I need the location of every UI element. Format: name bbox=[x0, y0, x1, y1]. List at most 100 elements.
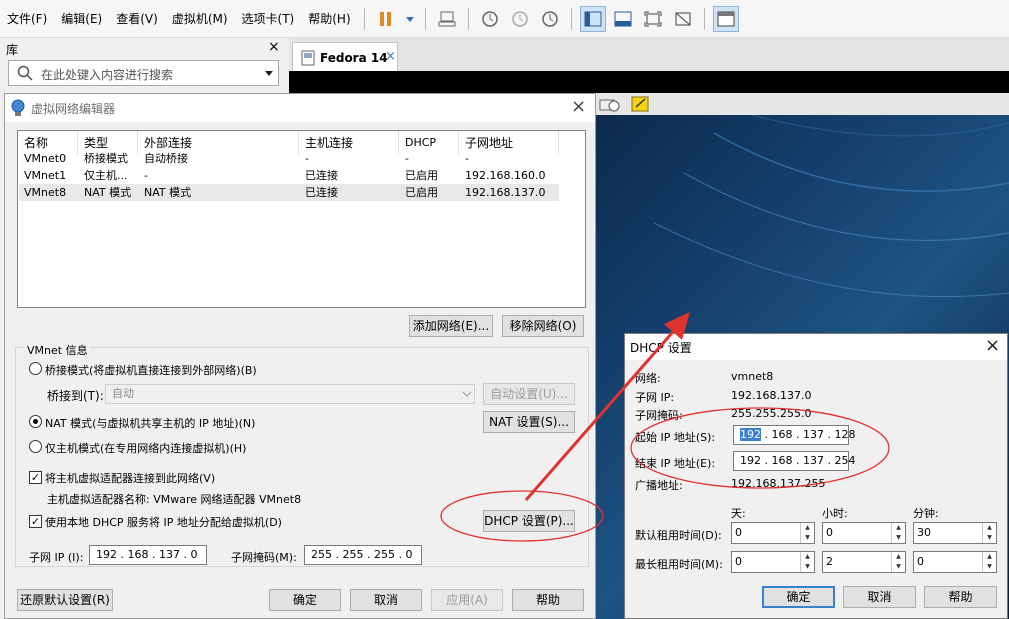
close-icon[interactable]: × bbox=[385, 49, 396, 64]
bridge-mode-label: 桥接模式(将虚拟机直接连接到外部网络)(B) bbox=[45, 364, 257, 377]
menu-tabs[interactable]: 选项卡(T) bbox=[235, 0, 302, 38]
cell: VMnet0 bbox=[24, 152, 67, 165]
menu-vm[interactable]: 虚拟机(M) bbox=[165, 0, 235, 38]
search-placeholder: 在此处键入内容进行搜索 bbox=[41, 68, 174, 82]
cell: - bbox=[305, 152, 309, 165]
start-ip-input[interactable]: 192 . 168 . 137 . 128 bbox=[733, 425, 855, 445]
power-dropdown-icon[interactable] bbox=[403, 6, 417, 32]
help-button[interactable]: 帮助 bbox=[512, 589, 584, 611]
revert-snapshot-icon[interactable] bbox=[507, 6, 533, 32]
tab-fedora[interactable]: Fedora 14 × bbox=[292, 42, 398, 72]
stepper-value: 0 bbox=[735, 555, 742, 568]
nat-mode-radio[interactable] bbox=[29, 415, 42, 428]
snapshot-manager-icon[interactable] bbox=[537, 6, 563, 32]
use-dhcp-checkbox[interactable]: ✓ bbox=[29, 515, 42, 528]
stepper-arrows-icon[interactable]: ▲ ▼ bbox=[800, 523, 814, 543]
cell: - bbox=[465, 152, 469, 165]
group-label: VMnet 信息 bbox=[25, 342, 90, 358]
toolbar-separator bbox=[363, 7, 365, 30]
select-value: 自动 bbox=[112, 387, 134, 400]
max-lease-days-stepper[interactable]: 0 ▲ ▼ bbox=[731, 551, 815, 573]
subnet-mask-input[interactable]: 255 . 255 . 255 . 0 bbox=[304, 545, 422, 565]
stepper-arrows-icon[interactable]: ▲ ▼ bbox=[982, 552, 996, 572]
cell: - bbox=[405, 152, 409, 165]
subnet-ip-label: 子网 IP (I): bbox=[29, 551, 84, 564]
max-lease-hours-stepper[interactable]: 2 ▲ ▼ bbox=[822, 551, 906, 573]
cell: 已连接 bbox=[305, 186, 338, 199]
menu-edit[interactable]: 编辑(E) bbox=[54, 0, 109, 38]
minutes-label: 分钟: bbox=[913, 507, 939, 520]
dialog-title: 虚拟网络编辑器 bbox=[31, 102, 116, 116]
host-only-radio[interactable] bbox=[29, 440, 42, 453]
max-lease-minutes-stepper[interactable]: 0 ▲ ▼ bbox=[913, 551, 997, 573]
adapter-name-text: 主机虚拟适配器名称: VMware 网络适配器 VMnet8 bbox=[47, 493, 302, 506]
close-icon[interactable]: × bbox=[268, 39, 280, 55]
console-view-icon[interactable] bbox=[712, 5, 739, 32]
show-library-icon[interactable] bbox=[579, 5, 606, 32]
cell: - bbox=[144, 169, 148, 182]
toolbar-separator bbox=[467, 7, 469, 30]
vmnet-info-group bbox=[15, 347, 589, 567]
chevron-down-icon[interactable] bbox=[264, 70, 274, 78]
auto-settings-button[interactable]: 自动设置(U)... bbox=[483, 383, 575, 405]
snapshot-icon[interactable] bbox=[477, 6, 503, 32]
bridge-to-select[interactable]: 自动 bbox=[105, 384, 475, 404]
help-button[interactable]: 帮助 bbox=[924, 586, 997, 608]
nat-settings-button[interactable]: NAT 设置(S)... bbox=[483, 411, 575, 433]
subnet-mask-value: 255.255.255.0 bbox=[731, 407, 812, 420]
cancel-button[interactable]: 取消 bbox=[350, 589, 422, 611]
broadcast-value: 192.168.137.255 bbox=[731, 477, 826, 490]
broadcast-label: 广播地址: bbox=[635, 479, 683, 492]
cancel-button[interactable]: 取消 bbox=[843, 586, 916, 608]
clock-icon bbox=[599, 99, 620, 112]
subnet-ip-input[interactable]: 192 . 168 . 137 . 0 bbox=[89, 545, 207, 565]
unity-icon[interactable] bbox=[670, 6, 696, 32]
network-globe-icon bbox=[11, 99, 25, 116]
apply-button[interactable]: 应用(A) bbox=[431, 589, 503, 611]
stepper-arrows-icon[interactable]: ▲ ▼ bbox=[800, 552, 814, 572]
connect-adapter-label: 将主机虚拟适配器连接到此网络(V) bbox=[45, 472, 216, 485]
start-ip-rest: . 168 . 137 . 128 bbox=[761, 428, 856, 441]
close-icon[interactable]: × bbox=[571, 96, 586, 117]
end-ip-input[interactable]: 192 . 168 . 137 . 254 bbox=[733, 451, 855, 471]
add-network-button[interactable]: 添加网络(E)... bbox=[409, 315, 493, 337]
menubar: 文件(F) 编辑(E) 查看(V) 虚拟机(M) 选项卡(T) 帮助(H) bbox=[0, 0, 1009, 38]
ok-button[interactable]: 确定 bbox=[269, 589, 341, 611]
dhcp-settings-button[interactable]: DHCP 设置(P)... bbox=[483, 510, 575, 532]
thumbnail-bar-icon[interactable] bbox=[610, 6, 636, 32]
hours-label: 小时: bbox=[822, 507, 848, 520]
menu-help[interactable]: 帮助(H) bbox=[301, 0, 357, 38]
start-ip-selected-octet: 192 bbox=[740, 428, 761, 441]
menu-file[interactable]: 文件(F) bbox=[0, 0, 54, 38]
start-ip-label: 起始 IP 地址(S): bbox=[635, 431, 716, 444]
send-keys-icon[interactable] bbox=[434, 6, 460, 32]
stepper-value: 30 bbox=[917, 526, 931, 539]
library-search-input[interactable]: 在此处键入内容进行搜索 bbox=[8, 60, 279, 86]
column-header[interactable]: 子网地址 bbox=[459, 131, 559, 155]
connect-adapter-checkbox[interactable]: ✓ bbox=[29, 471, 42, 484]
stepper-value: 0 bbox=[826, 526, 833, 539]
close-icon[interactable]: × bbox=[985, 335, 1000, 356]
default-lease-days-stepper[interactable]: 0 ▲ ▼ bbox=[731, 522, 815, 544]
toolbar-separator bbox=[703, 7, 705, 30]
pause-icon[interactable] bbox=[373, 6, 399, 32]
network-label: 网络: bbox=[635, 372, 661, 385]
vm-panel bbox=[594, 93, 1009, 115]
default-lease-hours-stepper[interactable]: 0 ▲ ▼ bbox=[822, 522, 906, 544]
column-header[interactable]: 主机连接 bbox=[299, 131, 399, 155]
host-only-label: 仅主机模式(在专用网络内连接虚拟机)(H) bbox=[45, 442, 247, 455]
remove-network-button[interactable]: 移除网络(O) bbox=[502, 315, 584, 337]
stepper-arrows-icon[interactable]: ▲ ▼ bbox=[982, 523, 996, 543]
cell: VMnet1 bbox=[24, 169, 67, 182]
default-lease-minutes-stepper[interactable]: 30 ▲ ▼ bbox=[913, 522, 997, 544]
days-label: 天: bbox=[731, 507, 746, 520]
restore-defaults-button[interactable]: 还原默认设置(R) bbox=[17, 589, 113, 611]
stepper-arrows-icon[interactable]: ▲ ▼ bbox=[891, 523, 905, 543]
network-table: 名称 类型 外部连接 主机连接 DHCP 子网地址 VMnet0 桥接模式 自动… bbox=[17, 130, 586, 308]
ok-button[interactable]: 确定 bbox=[762, 586, 835, 608]
bridge-mode-radio[interactable] bbox=[29, 362, 42, 375]
menu-view[interactable]: 查看(V) bbox=[109, 0, 165, 38]
stepper-arrows-icon[interactable]: ▲ ▼ bbox=[891, 552, 905, 572]
notes-icon bbox=[631, 96, 649, 112]
fullscreen-icon[interactable] bbox=[640, 6, 666, 32]
